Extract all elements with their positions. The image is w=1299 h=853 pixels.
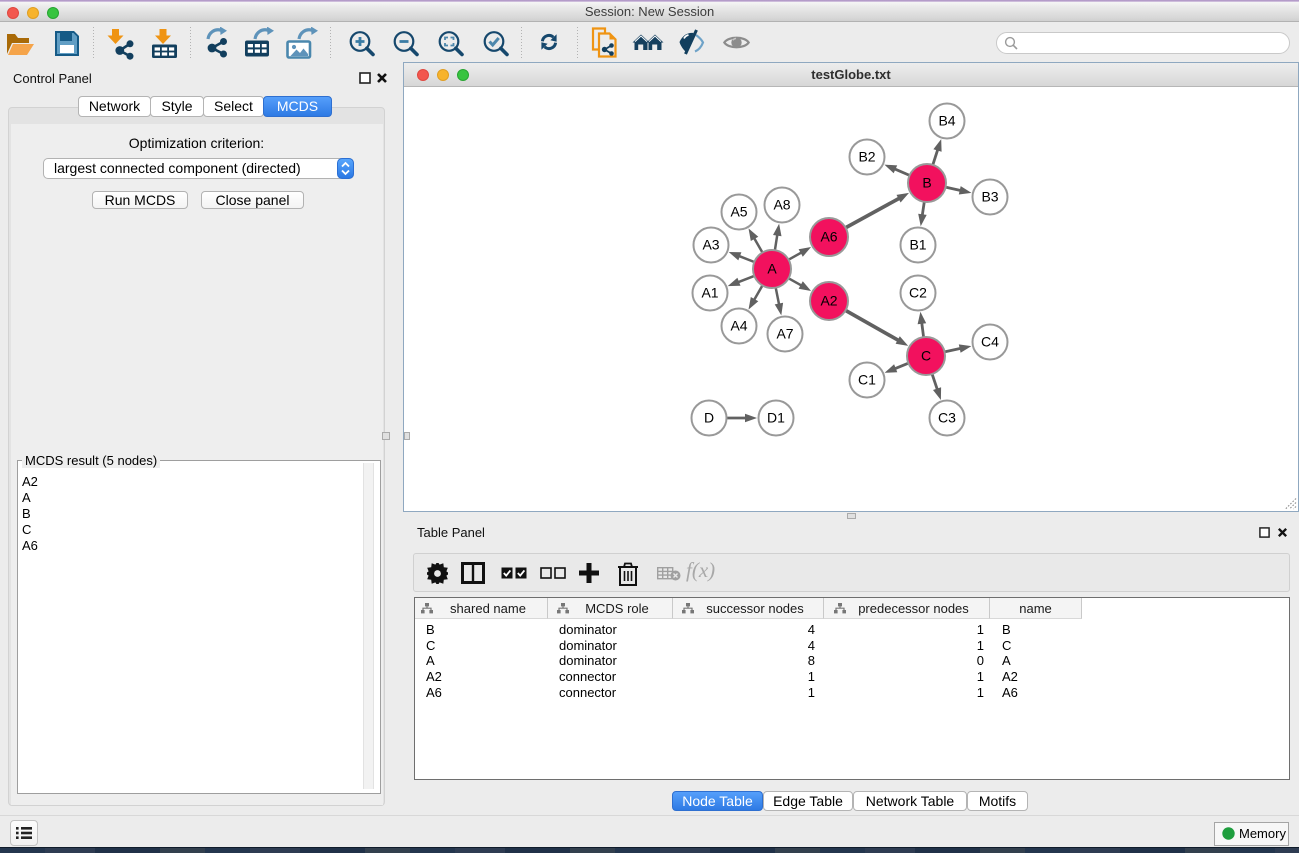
svg-text:D1: D1 xyxy=(767,410,785,426)
svg-text:B4: B4 xyxy=(938,113,955,129)
svg-text:A8: A8 xyxy=(773,197,790,213)
svg-text:A: A xyxy=(767,261,777,277)
svg-text:A5: A5 xyxy=(730,204,747,220)
svg-text:A2: A2 xyxy=(820,293,837,309)
svg-text:D: D xyxy=(704,410,714,426)
svg-text:B1: B1 xyxy=(909,237,926,253)
svg-text:A7: A7 xyxy=(776,326,793,342)
svg-text:A3: A3 xyxy=(702,237,719,253)
svg-text:C4: C4 xyxy=(981,334,999,350)
svg-text:B2: B2 xyxy=(858,149,875,165)
svg-text:C2: C2 xyxy=(909,285,927,301)
svg-text:B: B xyxy=(922,175,931,191)
svg-text:A6: A6 xyxy=(820,229,837,245)
svg-text:C3: C3 xyxy=(938,410,956,426)
svg-text:B3: B3 xyxy=(981,189,998,205)
svg-text:C: C xyxy=(921,348,931,364)
svg-text:A4: A4 xyxy=(730,318,747,334)
svg-text:A1: A1 xyxy=(701,285,718,301)
svg-text:C1: C1 xyxy=(858,372,876,388)
